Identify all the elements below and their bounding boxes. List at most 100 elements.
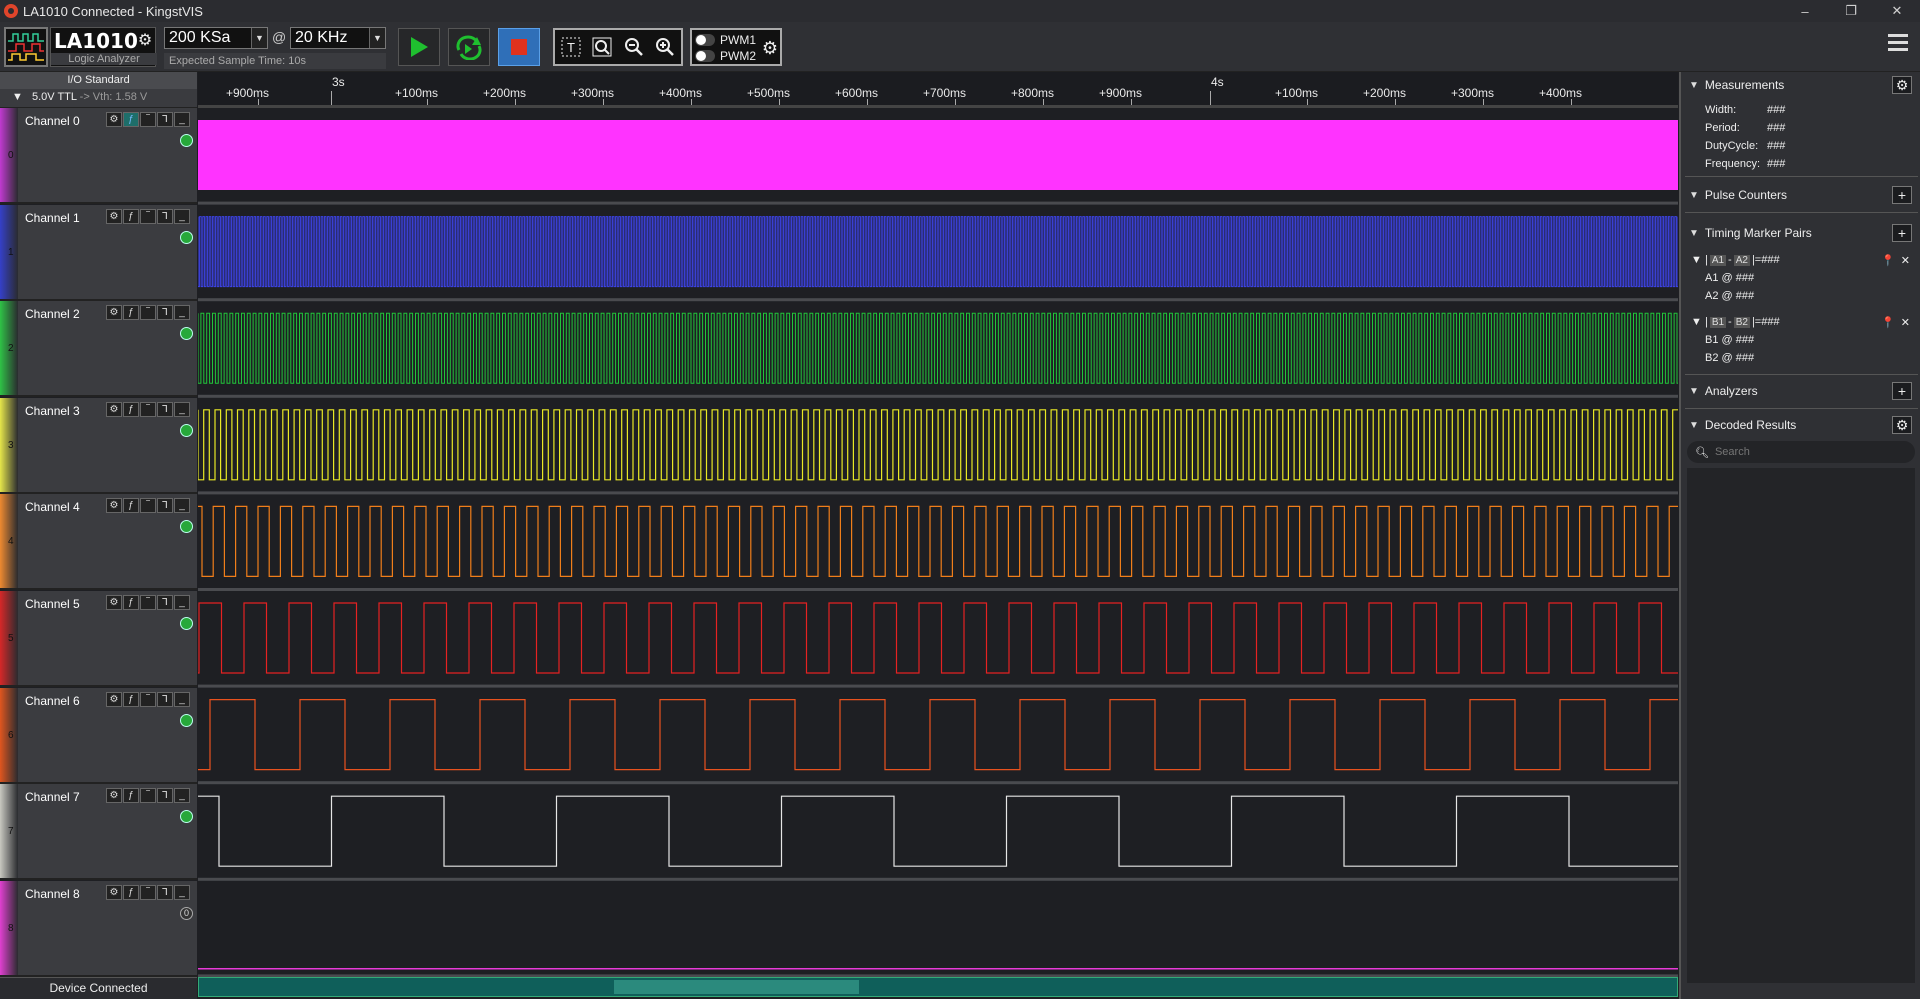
- channel-4-waveform[interactable]: [198, 505, 1678, 577]
- decoded-results-settings-gear-icon[interactable]: ⚙: [1892, 416, 1912, 434]
- trigger-any-edge-icon[interactable]: ƒ: [123, 112, 139, 127]
- close-icon[interactable]: ✕: [1901, 317, 1910, 329]
- restore-button[interactable]: ❐: [1828, 0, 1874, 22]
- pwm1-toggle[interactable]: PWM1: [695, 32, 756, 48]
- trigger-any-edge-icon[interactable]: ƒ: [123, 208, 139, 224]
- trigger-rising-edge-icon[interactable]: ‾: [140, 401, 156, 417]
- marker-pair-b[interactable]: ▼ | B1- B2 |= ###: [1691, 316, 1780, 328]
- channel-color-bar[interactable]: 4: [0, 494, 18, 589]
- collapse-triangle-icon[interactable]: ▼: [1689, 80, 1699, 91]
- channel-row[interactable]: 3 Channel 3 ⚙ ƒ ‾ Ꞁ _: [0, 397, 197, 494]
- marker-pair-a[interactable]: ▼ | A1- A2 |= ###: [1691, 254, 1780, 266]
- trigger-falling-edge-icon[interactable]: Ꞁ: [157, 112, 173, 127]
- pulse-counters-header[interactable]: ▼ Pulse Counters +: [1681, 182, 1920, 208]
- collapse-triangle-icon[interactable]: ▼: [1691, 254, 1702, 266]
- trigger-low-level-icon[interactable]: _: [174, 498, 190, 514]
- channel-settings-gear-icon[interactable]: ⚙: [106, 595, 122, 610]
- trigger-falling-edge-icon[interactable]: Ꞁ: [157, 401, 173, 417]
- channel-color-bar[interactable]: 1: [0, 204, 18, 299]
- channel-name[interactable]: Channel 5: [25, 597, 80, 611]
- trigger-falling-edge-icon[interactable]: Ꞁ: [157, 595, 173, 610]
- decoded-results-header[interactable]: ▼ Decoded Results ⚙: [1681, 412, 1920, 438]
- trigger-low-level-icon[interactable]: _: [174, 208, 190, 224]
- channel-0-waveform[interactable]: [198, 120, 1678, 190]
- channel-row[interactable]: 0 Channel 0 ⚙ ƒ ‾ Ꞁ _: [0, 108, 197, 204]
- trigger-any-edge-icon[interactable]: ƒ: [123, 691, 139, 707]
- trigger-low-level-icon[interactable]: _: [174, 788, 190, 804]
- channel-color-bar[interactable]: 8: [0, 880, 18, 975]
- trigger-any-edge-icon[interactable]: ƒ: [123, 884, 139, 900]
- trigger-low-level-icon[interactable]: _: [174, 595, 190, 610]
- io-standard-select[interactable]: ▼ 5.0V TTL -> Vth: 1.58 V: [0, 89, 197, 106]
- trigger-low-level-icon[interactable]: _: [174, 305, 190, 321]
- stop-button[interactable]: [498, 28, 540, 66]
- decoded-results-list[interactable]: [1687, 468, 1915, 983]
- timing-marker-pairs-header[interactable]: ▼ Timing Marker Pairs +: [1681, 220, 1920, 246]
- trigger-rising-edge-icon[interactable]: ‾: [140, 498, 156, 514]
- sample-depth-select[interactable]: 200 KSa ▼: [164, 27, 268, 49]
- trigger-low-level-icon[interactable]: _: [174, 884, 190, 900]
- zoom-in-icon[interactable]: [650, 30, 682, 64]
- channel-name[interactable]: Channel 6: [25, 694, 80, 708]
- collapse-triangle-icon[interactable]: ▼: [1689, 228, 1699, 239]
- zoom-fit-icon[interactable]: [587, 30, 619, 64]
- channel-name[interactable]: Channel 4: [25, 500, 80, 514]
- channel-settings-gear-icon[interactable]: ⚙: [106, 112, 122, 127]
- channel-settings-gear-icon[interactable]: ⚙: [106, 884, 122, 900]
- channel-name[interactable]: Channel 3: [25, 404, 80, 418]
- channel-name[interactable]: Channel 8: [25, 887, 80, 901]
- channel-row[interactable]: 1 Channel 1 ⚙ ƒ ‾ Ꞁ _: [0, 204, 197, 301]
- trigger-falling-edge-icon[interactable]: Ꞁ: [157, 208, 173, 224]
- trigger-rising-edge-icon[interactable]: ‾: [140, 884, 156, 900]
- channel-name[interactable]: Channel 0: [25, 114, 80, 128]
- trigger-rising-edge-icon[interactable]: ‾: [140, 788, 156, 804]
- trigger-any-edge-icon[interactable]: ƒ: [123, 305, 139, 321]
- trigger-any-edge-icon[interactable]: ƒ: [123, 498, 139, 514]
- close-button[interactable]: ✕: [1874, 0, 1920, 22]
- channel-name[interactable]: Channel 2: [25, 307, 80, 321]
- trigger-falling-edge-icon[interactable]: Ꞁ: [157, 691, 173, 707]
- trigger-any-edge-icon[interactable]: ƒ: [123, 788, 139, 804]
- channel-color-bar[interactable]: 2: [0, 301, 18, 396]
- trigger-low-level-icon[interactable]: _: [174, 401, 190, 417]
- main-menu-icon[interactable]: [1888, 34, 1908, 58]
- device-settings-gear-icon[interactable]: ⚙: [135, 31, 155, 51]
- trigger-falling-edge-icon[interactable]: Ꞁ: [157, 498, 173, 514]
- chevron-down-icon[interactable]: ▼: [369, 28, 385, 48]
- trigger-rising-edge-icon[interactable]: ‾: [140, 305, 156, 321]
- trigger-any-edge-icon[interactable]: ƒ: [123, 401, 139, 417]
- pwm-settings-gear-icon[interactable]: ⚙: [762, 38, 778, 59]
- channel-row[interactable]: 2 Channel 2 ⚙ ƒ ‾ Ꞁ _: [0, 301, 197, 398]
- trigger-falling-edge-icon[interactable]: Ꞁ: [157, 305, 173, 321]
- pwm2-toggle[interactable]: PWM2: [695, 48, 756, 64]
- channel-3-waveform[interactable]: [198, 409, 1678, 481]
- sample-rate-select[interactable]: 20 KHz ▼: [290, 27, 386, 49]
- channel-name[interactable]: Channel 7: [25, 790, 80, 804]
- channel-name[interactable]: Channel 1: [25, 211, 80, 225]
- trigger-low-level-icon[interactable]: _: [174, 112, 190, 127]
- trigger-rising-edge-icon[interactable]: ‾: [140, 691, 156, 707]
- channel-color-bar[interactable]: 3: [0, 397, 18, 492]
- trigger-rising-edge-icon[interactable]: ‾: [140, 208, 156, 224]
- channel-6-waveform[interactable]: [198, 699, 1678, 771]
- chevron-down-icon[interactable]: ▼: [251, 28, 267, 48]
- minimize-button[interactable]: –: [1782, 0, 1828, 22]
- channel-7-waveform[interactable]: [198, 795, 1678, 867]
- add-pulse-counter-plus-icon[interactable]: +: [1892, 186, 1912, 204]
- measurements-settings-gear-icon[interactable]: ⚙: [1892, 76, 1912, 94]
- analyzers-header[interactable]: ▼ Analyzers +: [1681, 378, 1920, 404]
- time-ruler[interactable]: +900ms 3s +100ms +200ms +300ms +400ms +500ms +6…: [198, 72, 1678, 108]
- channel-row[interactable]: 6 Channel 6 ⚙ ƒ ‾ Ꞁ _: [0, 687, 197, 784]
- pin-icon[interactable]: 📍: [1881, 255, 1895, 267]
- collapse-triangle-icon[interactable]: ▼: [1691, 316, 1702, 328]
- channel-settings-gear-icon[interactable]: ⚙: [106, 788, 122, 804]
- repeat-start-button[interactable]: [448, 28, 490, 66]
- trigger-low-level-icon[interactable]: _: [174, 691, 190, 707]
- waveform-area[interactable]: +900ms 3s +100ms +200ms +300ms +400ms +500ms +6…: [198, 72, 1678, 977]
- waveform-scrollbar[interactable]: [198, 977, 1678, 997]
- channel-color-bar[interactable]: 5: [0, 591, 18, 685]
- channel-5-waveform[interactable]: [198, 602, 1678, 674]
- channel-row[interactable]: 5 Channel 5 ⚙ ƒ ‾ Ꞁ _: [0, 591, 197, 687]
- channel-color-bar[interactable]: 6: [0, 687, 18, 782]
- channel-row[interactable]: 8 Channel 8 ⚙ ƒ ‾ Ꞁ _ 0: [0, 880, 197, 977]
